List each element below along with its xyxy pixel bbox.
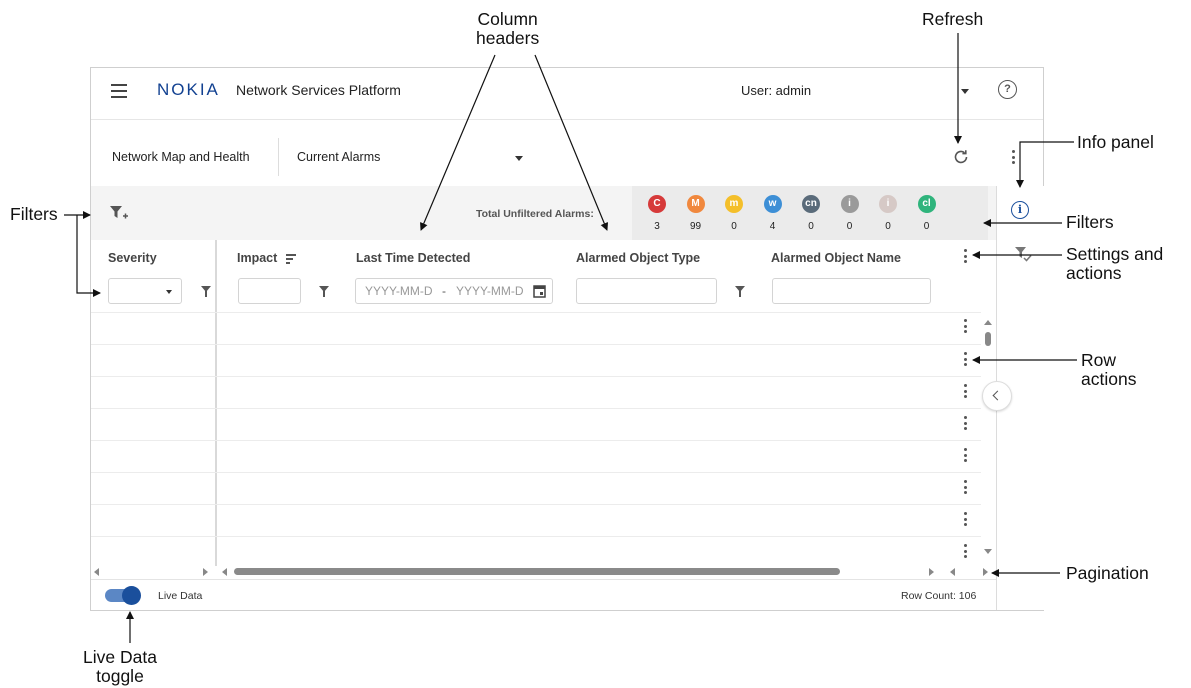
callout-row-actions: Row actions: [1081, 350, 1137, 389]
callout-column-headers: Column headers: [476, 9, 540, 48]
callout-line: [420, 54, 496, 231]
callout-line: [76, 215, 101, 297]
callout-live-data-toggle: Live Data toggle: [83, 647, 157, 686]
callout-line: [534, 54, 609, 231]
callout-filters-left: Filters: [10, 204, 58, 224]
callout-settings-actions: Settings and actions: [1066, 244, 1164, 283]
callout-line: [1016, 141, 1074, 188]
callout-arrows: [64, 33, 1077, 643]
callout-pagination: Pagination: [1066, 563, 1149, 583]
callout-info-panel: Info panel: [1077, 132, 1154, 152]
callout-filters-right: Filters: [1066, 212, 1114, 232]
callout-refresh: Refresh: [922, 9, 984, 29]
